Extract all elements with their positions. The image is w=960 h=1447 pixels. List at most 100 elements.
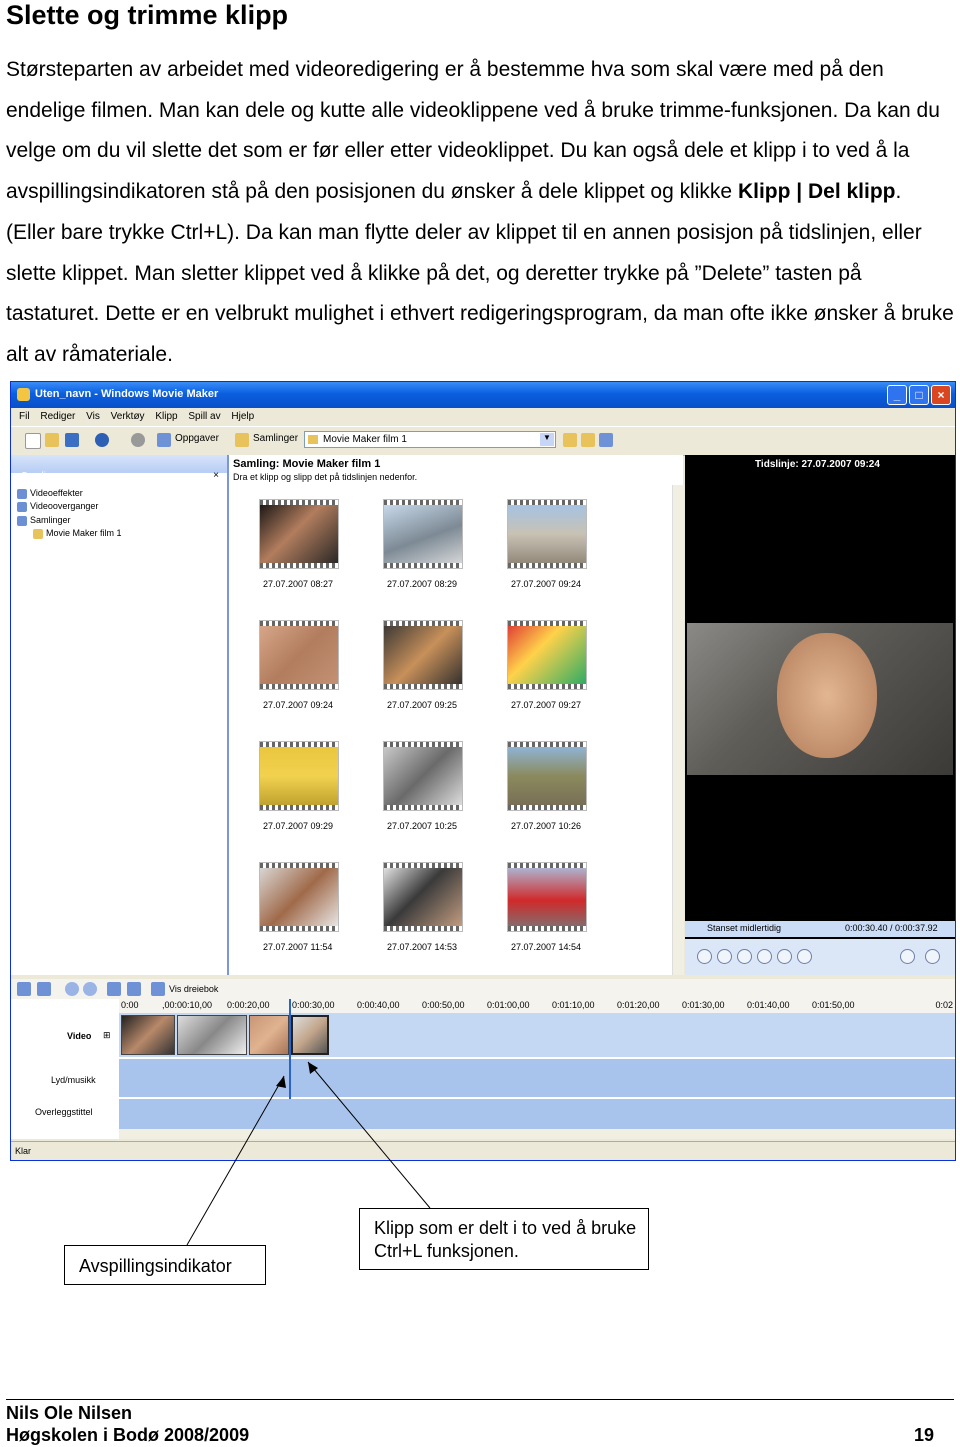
snapshot-icon[interactable] <box>925 949 940 964</box>
video-track[interactable] <box>119 1013 955 1057</box>
clip-thumbnail[interactable] <box>259 862 339 932</box>
tasks-button[interactable]: Oppgaver <box>175 433 219 444</box>
indicator-callout: Avspillingsindikator <box>64 1245 266 1285</box>
timeline-tool-icon[interactable] <box>17 982 31 996</box>
show-storyboard-button[interactable]: Vis dreiebok <box>169 984 218 994</box>
clip-thumbnail[interactable] <box>383 862 463 932</box>
next-icon[interactable] <box>797 949 812 964</box>
views-icon[interactable] <box>599 433 613 447</box>
save-project-icon[interactable] <box>65 433 79 447</box>
menu-rediger[interactable]: Rediger <box>40 411 75 422</box>
ruler-label: 0:00:50,00 <box>422 1000 465 1010</box>
menu-hjelp[interactable]: Hjelp <box>231 411 254 422</box>
clip-thumbnail[interactable] <box>383 499 463 569</box>
collections-button[interactable]: Samlinger <box>253 433 298 444</box>
clip-thumbnail[interactable] <box>259 499 339 569</box>
clip-thumbnail[interactable] <box>383 620 463 690</box>
footer-school: Høgskolen i Bodø 2008/2009 <box>6 1425 250 1445</box>
storyboard-icon[interactable] <box>151 982 165 996</box>
menu-verktoy[interactable]: Verktøy <box>111 411 145 422</box>
chevron-down-icon[interactable]: ▼ <box>540 433 554 446</box>
stop-icon[interactable] <box>717 949 732 964</box>
tasks-icon[interactable] <box>157 433 171 447</box>
timeline-clip[interactable] <box>249 1015 289 1055</box>
split-icon[interactable] <box>900 949 915 964</box>
timeline-clip[interactable] <box>177 1015 247 1055</box>
up-folder-icon[interactable] <box>563 433 577 447</box>
ruler-label: 0:00:40,00 <box>357 1000 400 1010</box>
collection-select-value: Movie Maker film 1 <box>323 434 407 445</box>
split-clip-callout-text: Klipp som er delt i to ved å bruke Ctrl+… <box>374 1218 637 1261</box>
toolbar: Oppgaver Samlinger Movie Maker film 1 ▼ <box>11 426 955 456</box>
transition-icon <box>17 501 27 512</box>
star-icon <box>17 488 27 499</box>
tree-item-movie-maker-film[interactable]: Movie Maker film 1 <box>33 528 122 539</box>
expand-icon[interactable]: ⊞ <box>103 1030 111 1041</box>
ruler-label: 0:01:30,00 <box>682 1000 725 1010</box>
redo-icon[interactable] <box>131 433 145 447</box>
collection-select[interactable]: Movie Maker film 1 ▼ <box>304 431 556 448</box>
split-clip[interactable] <box>291 1015 329 1055</box>
clip-thumbnail[interactable] <box>383 741 463 811</box>
ruler-label: 0:02 <box>935 1000 953 1010</box>
rewind-timeline-icon[interactable] <box>107 982 121 996</box>
clip-thumbnail[interactable] <box>507 741 587 811</box>
clip-thumbnail[interactable] <box>507 620 587 690</box>
video-track-label: Video <box>67 1031 92 1041</box>
collections-pane-close-icon[interactable]: × <box>213 470 219 481</box>
playback-indicator[interactable] <box>289 999 291 1099</box>
app-icon <box>17 388 30 401</box>
audio-track-label: Lyd/musikk <box>51 1075 96 1085</box>
open-project-icon[interactable] <box>45 433 59 447</box>
undo-icon[interactable] <box>95 433 109 447</box>
preview-frame <box>687 623 953 775</box>
tree-item-transitions[interactable]: Videooverganger <box>17 501 98 512</box>
timeline: Vis dreiebok 0:00,00:00:10,00 0:00:20,00 0… <box>11 979 955 1139</box>
new-project-icon[interactable] <box>25 433 41 449</box>
clip-date: 27.07.2007 09:29 <box>263 821 334 831</box>
menu-fil[interactable]: Fil <box>19 411 30 422</box>
timeline-clip[interactable] <box>121 1015 175 1055</box>
close-button[interactable]: × <box>931 385 951 405</box>
title-bar: Uten_navn - Windows Movie Maker _ □ × <box>11 382 955 408</box>
menu-spill-av[interactable]: Spill av <box>188 411 220 422</box>
ruler-label: 0:00:30,00 <box>292 1000 335 1010</box>
clip-date: 27.07.2007 10:26 <box>511 821 582 831</box>
collection-icon <box>17 515 27 526</box>
collection-hint: Dra et klipp og slipp det på tidslinjen … <box>233 472 418 482</box>
folder-icon <box>33 528 43 539</box>
clip-date: 27.07.2007 08:29 <box>387 579 458 589</box>
zoom-out-icon[interactable] <box>83 982 97 996</box>
collections-pane: Samlinger × Videoeffekter Videoovergange… <box>11 455 229 975</box>
ruler-label: 0:01:50,00 <box>812 1000 855 1010</box>
timeline-scrollbar[interactable] <box>119 1129 955 1139</box>
zoom-in-icon[interactable] <box>65 982 79 996</box>
clip-date: 27.07.2007 09:27 <box>511 700 582 710</box>
footer-rule <box>6 1399 954 1400</box>
clip-thumbnail[interactable] <box>259 620 339 690</box>
overlay-track[interactable] <box>119 1099 955 1129</box>
tree-item-videoeffects[interactable]: Videoeffekter <box>17 488 83 499</box>
tree-item-collections[interactable]: Samlinger <box>17 515 71 526</box>
indicator-callout-text: Avspillingsindikator <box>79 1256 232 1276</box>
new-folder-icon[interactable] <box>581 433 595 447</box>
forward-icon[interactable] <box>777 949 792 964</box>
narrate-icon[interactable] <box>37 982 51 996</box>
maximize-button[interactable]: □ <box>909 385 929 405</box>
previous-icon[interactable] <box>737 949 752 964</box>
clip-thumbnail[interactable] <box>259 741 339 811</box>
audio-track[interactable] <box>119 1059 955 1097</box>
minimize-button[interactable]: _ <box>887 385 907 405</box>
clip-thumbnail[interactable] <box>507 499 587 569</box>
collection-scrollbar[interactable] <box>672 485 684 975</box>
preview-image <box>777 633 877 758</box>
collections-icon[interactable] <box>235 433 249 447</box>
clip-thumbnail[interactable] <box>507 862 587 932</box>
play-icon[interactable] <box>697 949 712 964</box>
play-timeline-icon[interactable] <box>127 982 141 996</box>
rewind-icon[interactable] <box>757 949 772 964</box>
menu-klipp-item[interactable]: Klipp <box>155 411 177 422</box>
page-number: 19 <box>913 1425 934 1445</box>
clip-date: 27.07.2007 09:24 <box>263 700 334 710</box>
menu-vis[interactable]: Vis <box>86 411 100 422</box>
